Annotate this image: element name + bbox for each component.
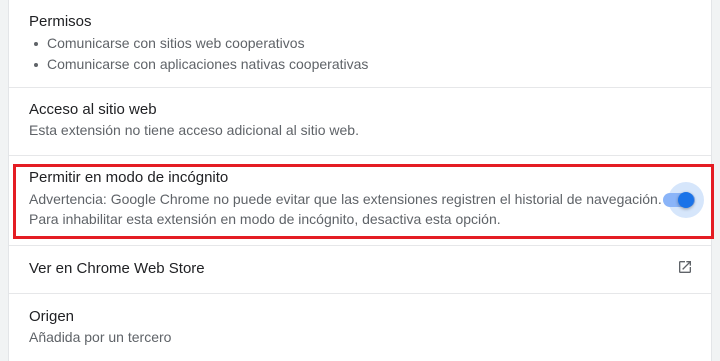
origin-section: Origen Añadida por un tercero [9, 294, 711, 361]
incognito-warning: Advertencia: Google Chrome no puede evit… [29, 191, 662, 207]
site-access-title: Acceso al sitio web [29, 101, 157, 118]
permissions-section: Permisos Comunicarse con sitios web coop… [9, 0, 711, 88]
incognito-title: Permitir en modo de incógnito [29, 169, 229, 186]
web-store-label: Ver en Chrome Web Store [29, 260, 205, 277]
permissions-title: Permisos [29, 13, 92, 30]
incognito-instruction: Para inhabilitar esta extensión en modo … [29, 211, 501, 227]
site-access-section: Acceso al sitio web Esta extensión no ti… [9, 88, 711, 156]
web-store-link-row[interactable]: Ver en Chrome Web Store [9, 246, 711, 294]
toggle-knob [678, 192, 694, 208]
incognito-toggle[interactable] [654, 182, 706, 218]
permission-item: Comunicarse con sitios web cooperativos [29, 33, 368, 54]
permissions-list: Comunicarse con sitios web cooperativos … [29, 33, 368, 75]
extension-details-card: Permisos Comunicarse con sitios web coop… [8, 0, 712, 361]
origin-description: Añadida por un tercero [29, 329, 172, 345]
permission-item: Comunicarse con aplicaciones nativas coo… [29, 54, 368, 75]
incognito-section: Permitir en modo de incógnito Advertenci… [9, 156, 711, 246]
site-access-description: Esta extensión no tiene acceso adicional… [29, 122, 359, 138]
open-in-new-icon[interactable] [677, 259, 693, 275]
origin-title: Origen [29, 308, 75, 325]
